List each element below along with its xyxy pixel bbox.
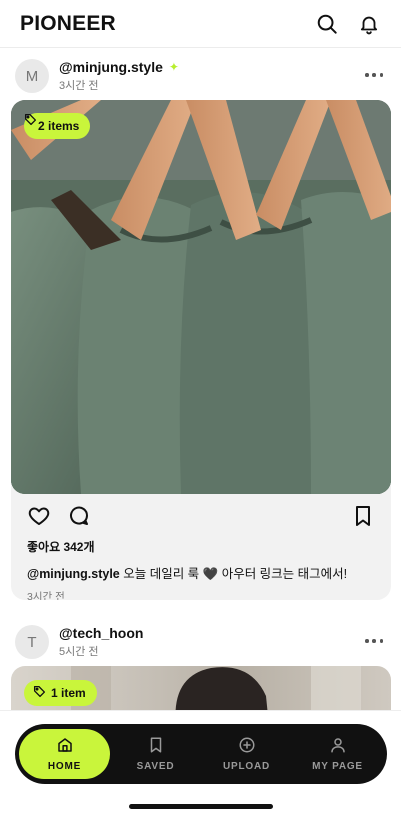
comment-icon[interactable] (67, 504, 91, 528)
tag-icon (33, 685, 46, 701)
post-actions (11, 494, 391, 538)
header-actions (315, 12, 381, 36)
more-options-icon[interactable] (365, 634, 383, 648)
sparkle-icon: ✦ (168, 60, 179, 74)
plus-circle-icon (238, 736, 256, 757)
post-username[interactable]: @minjung.style (59, 59, 163, 75)
bell-icon[interactable] (357, 12, 381, 36)
nav-label: SAVED (136, 761, 175, 772)
caption-time: 3시간 전 (27, 591, 65, 600)
post-header: T @tech_hoon 5시간 전 (0, 618, 401, 666)
avatar[interactable]: T (15, 625, 49, 659)
post-meta: 좋아요 342개 @minjung.style 오늘 데일리 룩 🖤 아우터 링… (11, 538, 391, 600)
feed-post: T @tech_hoon 5시간 전 1 item (0, 618, 401, 726)
like-count[interactable]: 좋아요 342개 (27, 538, 375, 555)
bottom-nav: HOME SAVED UPLOAD MY PAGE (15, 724, 387, 784)
post-time: 5시간 전 (59, 646, 99, 658)
tag-count: 2 items (38, 119, 80, 133)
feed-post: M @minjung.style ✦ 3시간 전 2 items 좋아요 342… (0, 52, 401, 600)
nav-item-upload[interactable]: UPLOAD (201, 729, 292, 779)
post-card: 2 items 좋아요 342개 @minjung.style 오늘 데일리 룩… (11, 100, 391, 600)
bookmark-icon (147, 736, 165, 757)
person-icon (329, 736, 347, 757)
home-indicator (129, 804, 273, 809)
nav-label: UPLOAD (222, 761, 271, 772)
heart-icon[interactable] (27, 504, 51, 528)
tag-count: 1 item (51, 686, 86, 700)
post-header: M @minjung.style ✦ 3시간 전 (0, 52, 401, 100)
home-icon (56, 736, 74, 757)
nav-item-saved[interactable]: SAVED (110, 729, 201, 779)
post-user-info: @minjung.style ✦ 3시간 전 (59, 59, 179, 93)
app-logo[interactable]: PIONEER (20, 12, 116, 36)
caption-username[interactable]: @minjung.style (27, 567, 120, 581)
nav-item-home[interactable]: HOME (19, 729, 110, 779)
app-header: PIONEER (0, 0, 401, 48)
avatar[interactable]: M (15, 59, 49, 93)
post-time: 3시간 전 (59, 80, 99, 92)
nav-label: HOME (47, 761, 82, 772)
post-user-info: @tech_hoon 5시간 전 (59, 625, 143, 659)
caption-text: 오늘 데일리 룩 🖤 아우터 링크는 태그에서! (119, 567, 348, 581)
post-username[interactable]: @tech_hoon (59, 625, 143, 641)
nav-item-my-page[interactable]: MY PAGE (292, 729, 383, 779)
post-caption: @minjung.style 오늘 데일리 룩 🖤 아우터 링크는 태그에서! (27, 563, 375, 582)
search-icon[interactable] (315, 12, 339, 36)
tagged-items-badge[interactable]: 1 item (24, 680, 97, 706)
bookmark-icon[interactable] (351, 504, 375, 528)
tagged-items-badge[interactable]: 2 items (24, 113, 91, 139)
more-options-icon[interactable] (365, 68, 383, 82)
username-row: @minjung.style ✦ (59, 59, 179, 75)
post-image[interactable]: 2 items (11, 100, 391, 494)
nav-label: MY PAGE (312, 761, 363, 772)
